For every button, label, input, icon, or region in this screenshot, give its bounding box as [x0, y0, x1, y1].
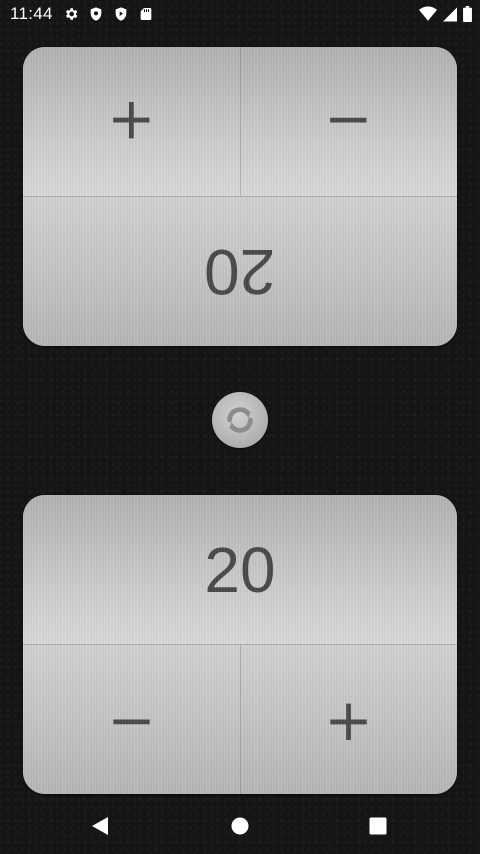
- wifi-icon: [419, 6, 437, 21]
- shield-icon: [90, 7, 102, 21]
- top-player-panel: + − 20: [23, 47, 457, 346]
- home-icon: [231, 817, 249, 835]
- recents-button[interactable]: [364, 812, 392, 840]
- top-decrement-button[interactable]: −: [240, 47, 457, 196]
- back-button[interactable]: [86, 812, 114, 840]
- bottom-score-area: 20: [23, 495, 457, 644]
- bottom-decrement-button[interactable]: −: [23, 645, 240, 794]
- top-increment-label: +: [107, 87, 156, 156]
- bottom-player-controls: − +: [23, 645, 457, 794]
- top-player-controls: + −: [23, 47, 457, 196]
- status-right-icons: [419, 6, 472, 22]
- battery-icon: [463, 6, 472, 22]
- settings-icon: [66, 8, 78, 20]
- top-score-area: 20: [23, 197, 457, 346]
- status-left-icons: [63, 6, 154, 22]
- status-time: 11:44: [10, 4, 53, 23]
- sd-card-icon: [140, 8, 152, 20]
- bottom-decrement-label: −: [107, 685, 156, 754]
- bottom-player-panel: 20 − +: [23, 495, 457, 794]
- status-bar: 11:44: [0, 0, 480, 28]
- cellular-signal-icon: [443, 7, 457, 21]
- bottom-increment-button[interactable]: +: [240, 645, 457, 794]
- back-icon: [92, 817, 108, 835]
- reset-button[interactable]: [212, 392, 268, 448]
- top-decrement-label: −: [324, 87, 373, 156]
- home-button[interactable]: [226, 812, 254, 840]
- navigation-bar: [0, 798, 480, 854]
- play-protect-icon: [115, 7, 127, 21]
- recents-icon: [369, 817, 387, 835]
- top-score: 20: [204, 235, 276, 308]
- bottom-increment-label: +: [324, 685, 373, 754]
- top-increment-button[interactable]: +: [23, 47, 240, 196]
- bottom-score: 20: [204, 533, 276, 606]
- refresh-icon: [227, 407, 253, 433]
